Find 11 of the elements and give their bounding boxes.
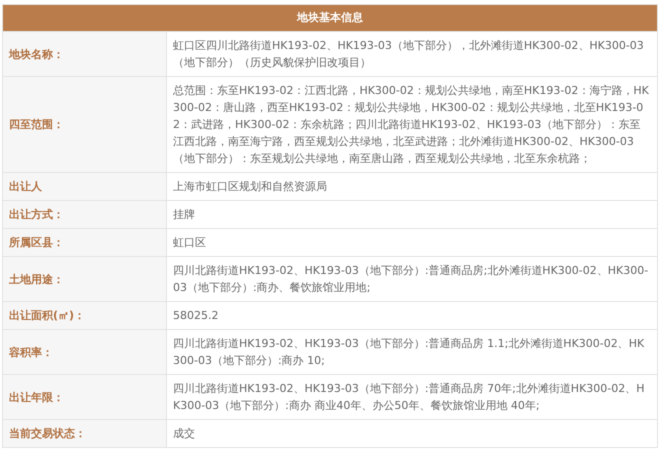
- row-label: 土地用途：: [3, 257, 167, 301]
- row-label: 地块名称：: [3, 32, 167, 76]
- row-label: 出让方式：: [3, 201, 167, 228]
- row-label: 出让年限：: [3, 375, 167, 419]
- row-label: 出让面积(㎡)：: [3, 302, 167, 329]
- row-label: 容积率：: [3, 330, 167, 374]
- row-label: 四至范围：: [3, 77, 167, 172]
- row-label: 出让人: [3, 173, 167, 200]
- row-label: 当前交易状态：: [3, 420, 167, 447]
- table-title: 地块基本信息: [3, 5, 657, 31]
- row-label: 所属区县：: [3, 229, 167, 256]
